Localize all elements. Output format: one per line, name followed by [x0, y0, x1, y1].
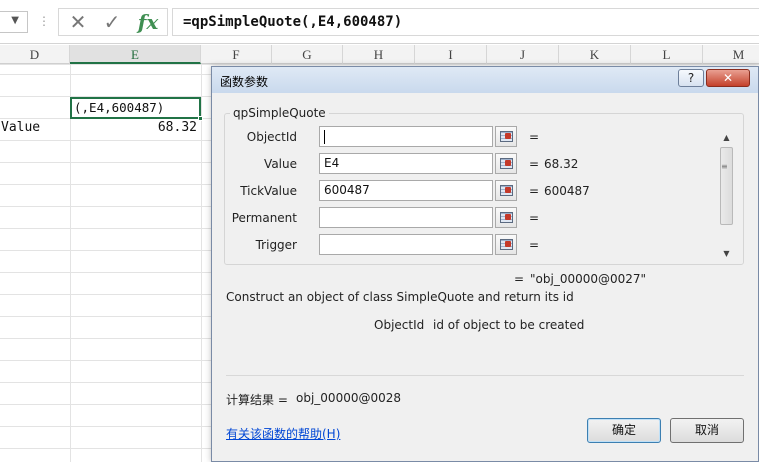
- chevron-down-icon: ▼: [11, 15, 19, 26]
- column-header[interactable]: L: [631, 45, 703, 64]
- range-select-button[interactable]: [495, 234, 517, 255]
- arg-input-value[interactable]: E4: [319, 153, 493, 174]
- arg-label-tickvalue: TickValue: [240, 184, 297, 198]
- cancel-entry-icon[interactable]: ✕: [65, 11, 91, 33]
- column-header[interactable]: D: [0, 45, 70, 64]
- arg-equals: =: [529, 184, 540, 198]
- scroll-up-icon[interactable]: ▲: [718, 131, 735, 145]
- range-marker-icon: [505, 241, 511, 247]
- column-header[interactable]: H: [343, 45, 415, 64]
- column-headers: D E F G H I J K L M: [0, 45, 759, 64]
- arg-label-objectid: ObjectId: [246, 130, 297, 144]
- close-button[interactable]: ✕: [706, 69, 750, 87]
- arg-input-trigger[interactable]: [319, 234, 493, 255]
- column-header[interactable]: I: [415, 45, 487, 64]
- text-caret: [324, 129, 325, 144]
- range-select-button[interactable]: [495, 180, 517, 201]
- fill-handle[interactable]: [198, 116, 203, 121]
- function-name-label: qpSimpleQuote: [230, 106, 329, 120]
- formula-result: "obj_00000@0027": [530, 272, 647, 286]
- scroll-down-icon[interactable]: ▼: [718, 247, 735, 261]
- formula-input[interactable]: =qpSimpleQuote(,E4,600487): [172, 8, 759, 36]
- cancel-button[interactable]: 取消: [670, 418, 744, 443]
- dialog-body: ObjectId = Value E4 = 68.32 TickValue 60…: [212, 93, 758, 461]
- range-select-button[interactable]: [495, 126, 517, 147]
- arg-result-value: 68.32: [544, 157, 579, 171]
- dialog-title: 函数参数: [220, 75, 269, 89]
- range-marker-icon: [505, 160, 511, 166]
- scroll-thumb[interactable]: [720, 147, 733, 225]
- range-select-button[interactable]: [495, 207, 517, 228]
- cell-edit-text: (,E4,600487): [74, 100, 165, 115]
- column-header[interactable]: K: [559, 45, 631, 64]
- formula-bar-splitter[interactable]: ⋮: [38, 14, 50, 28]
- column-header-selected[interactable]: E: [70, 45, 201, 64]
- arg-equals: =: [529, 238, 540, 252]
- arg-input-objectid[interactable]: [319, 126, 493, 147]
- formula-result-equals: =: [514, 272, 525, 286]
- confirm-entry-icon[interactable]: ✓: [99, 11, 125, 33]
- scroll-grip-icon: ≡: [721, 162, 728, 171]
- range-marker-icon: [505, 133, 511, 139]
- cell-d4[interactable]: Value: [1, 120, 40, 135]
- column-header[interactable]: F: [201, 45, 272, 64]
- divider: [226, 375, 744, 376]
- function-arguments-dialog: 函数参数 ? ✕ ObjectId = Value E4 = 68.32 Tic…: [211, 66, 759, 462]
- arguments-group: ObjectId = Value E4 = 68.32 TickValue 60…: [224, 113, 744, 265]
- range-marker-icon: [505, 214, 511, 220]
- column-header[interactable]: G: [272, 45, 343, 64]
- arg-equals: =: [529, 130, 540, 144]
- arg-equals: =: [529, 157, 540, 171]
- argument-description-name: ObjectId: [374, 318, 425, 332]
- name-box-dropdown[interactable]: ▼: [0, 11, 28, 33]
- formula-bar: ▼ ⋮ ✕ ✓ fx =qpSimpleQuote(,E4,600487): [0, 0, 759, 44]
- help-button[interactable]: ?: [678, 69, 704, 87]
- column-header[interactable]: J: [487, 45, 559, 64]
- grid-line: [70, 64, 71, 462]
- insert-function-icon[interactable]: fx: [135, 11, 161, 33]
- arg-input-permanent[interactable]: [319, 207, 493, 228]
- calculation-result-label: 计算结果 =: [226, 393, 288, 407]
- argument-description-text: id of object to be created: [433, 318, 585, 332]
- active-cell-editor[interactable]: (,E4,600487): [70, 97, 203, 121]
- cell-e4[interactable]: 68.32: [150, 120, 197, 135]
- arg-label-value: Value: [264, 157, 297, 171]
- grid-line: [0, 64, 759, 65]
- calculation-result-value: obj_00000@0028: [296, 391, 402, 405]
- arg-label-permanent: Permanent: [231, 211, 297, 225]
- arg-result-tickvalue: 600487: [544, 184, 590, 198]
- function-help-link[interactable]: 有关该函数的帮助(H): [226, 425, 340, 442]
- range-marker-icon: [505, 187, 511, 193]
- ok-button[interactable]: 确定: [587, 418, 661, 443]
- formula-buttons: ✕ ✓ fx: [58, 8, 168, 36]
- range-select-button[interactable]: [495, 153, 517, 174]
- arg-input-tickvalue[interactable]: 600487: [319, 180, 493, 201]
- grid-line: [201, 64, 202, 462]
- column-header[interactable]: M: [703, 45, 759, 64]
- dialog-title-bar[interactable]: 函数参数 ? ✕: [212, 67, 758, 93]
- arguments-scrollbar[interactable]: ▲ ≡ ▼: [718, 131, 735, 261]
- arg-label-trigger: Trigger: [255, 238, 297, 252]
- function-description: Construct an object of class SimpleQuote…: [226, 290, 574, 304]
- arg-equals: =: [529, 211, 540, 225]
